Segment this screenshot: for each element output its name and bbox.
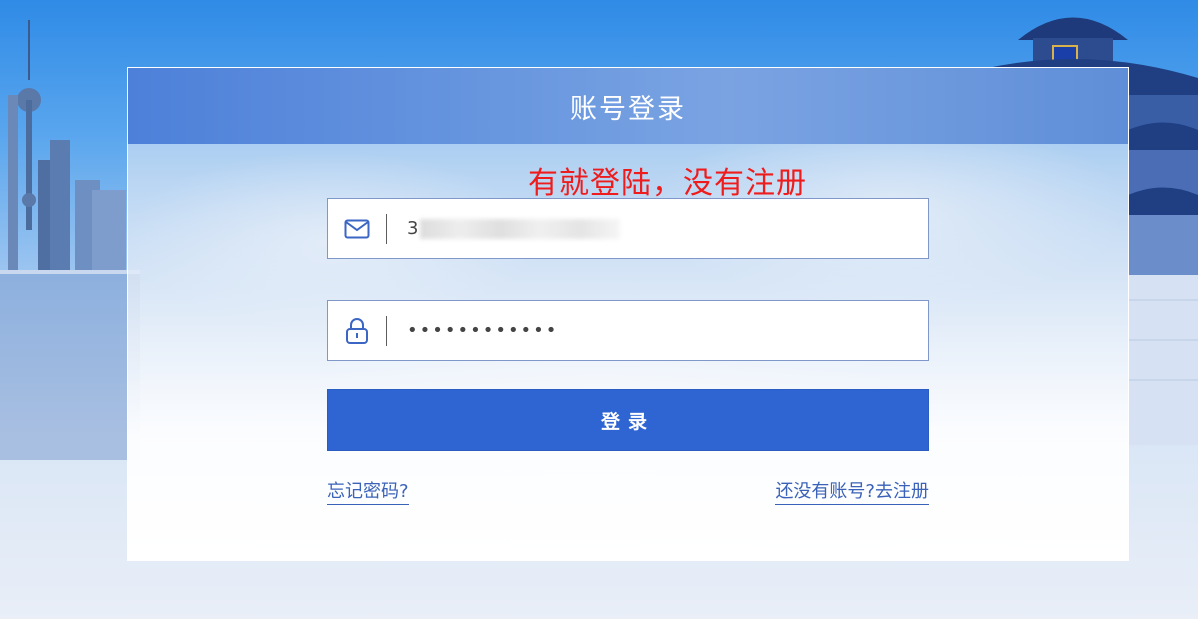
card-title: 账号登录 [570, 93, 686, 125]
username-visible-text: 3 [407, 218, 419, 239]
left-skyline-illustration [0, 20, 140, 460]
annotation-text: 有就登陆，没有注册 [528, 166, 807, 201]
login-card: 账号登录 有就登陆，没有注册 3 •••••••••••• 登录 忘记密码? 还… [127, 67, 1129, 561]
lock-icon [328, 301, 386, 360]
mail-icon [328, 199, 386, 258]
username-field[interactable]: 3 [327, 198, 929, 259]
password-field[interactable]: •••••••••••• [327, 300, 929, 361]
register-link[interactable]: 还没有账号?去注册 [775, 477, 929, 505]
forgot-password-link[interactable]: 忘记密码? [327, 477, 409, 505]
username-value[interactable]: 3 [407, 218, 621, 239]
redacted-blur [420, 219, 621, 239]
field-separator [386, 213, 387, 244]
field-separator [386, 315, 387, 346]
password-value[interactable]: •••••••••••• [407, 320, 558, 341]
login-button[interactable]: 登录 [327, 389, 929, 451]
card-header: 账号登录 [128, 68, 1128, 144]
